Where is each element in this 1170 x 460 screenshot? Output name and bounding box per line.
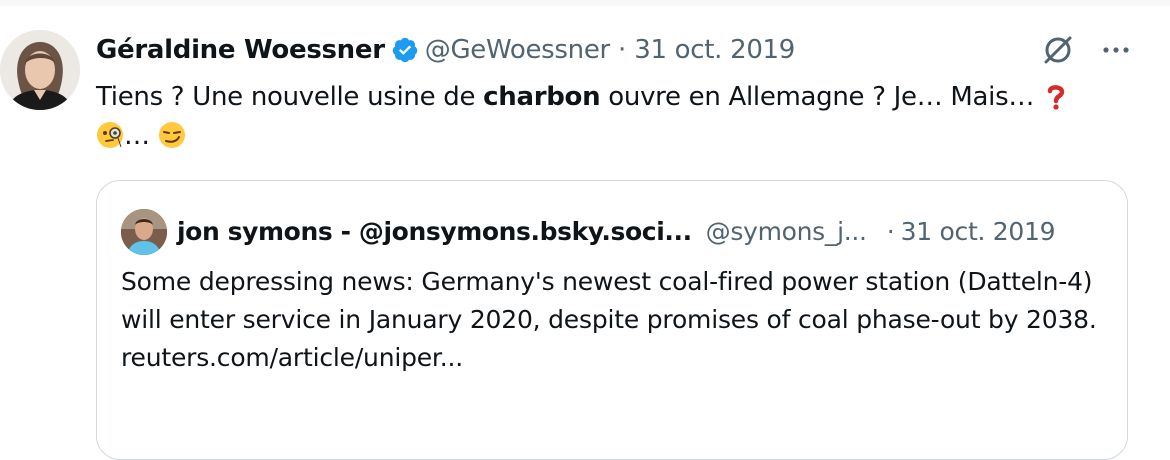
quoted-text: Some depressing news: Germany's newest c… [121, 263, 1111, 377]
quoted-author-avatar[interactable] [121, 209, 167, 255]
header-separator: · [617, 35, 627, 65]
grok-icon[interactable] [1040, 32, 1076, 68]
tweet-text: Tiens ? Une nouvelle usine de charbon ou… [96, 78, 1126, 156]
quoted-author-handle[interactable]: @symons_j... [706, 217, 867, 246]
quoted-header-separator: · [886, 216, 895, 246]
quoted-tweet[interactable]: jon symons - @jonsymons.bsky.soci... @sy… [96, 180, 1128, 460]
more-options-icon[interactable] [1098, 32, 1134, 68]
tweet-text-part-2: ouvre en Allemagne ? Je… Mais… [600, 82, 1043, 112]
tweet-header: Géraldine Woessner @GeWoessner · 31 oct.… [96, 30, 795, 70]
quoted-header: jon symons - @jonsymons.bsky.soci... @sy… [177, 211, 1107, 251]
tweet-date[interactable]: 31 oct. 2019 [634, 35, 795, 65]
quoted-author-name[interactable]: jon symons - @jonsymons.bsky.soci... [177, 217, 692, 246]
tweet-text-part-1: Tiens ? Une nouvelle usine de [96, 82, 484, 112]
red-question-mark-icon [1042, 82, 1070, 110]
author-avatar[interactable] [0, 30, 80, 110]
author-handle[interactable]: @GeWoessner [425, 35, 610, 65]
tweet-text-bold: charbon [483, 82, 601, 112]
verified-badge-icon[interactable] [391, 36, 419, 64]
tweet-text-ellipsis: … [124, 121, 158, 151]
tweet[interactable]: Géraldine Woessner @GeWoessner · 31 oct.… [0, 0, 1170, 460]
author-name[interactable]: Géraldine Woessner [96, 35, 385, 65]
face-with-monocle-icon [96, 121, 124, 149]
quoted-text-content: Some depressing news: Germany's newest c… [121, 267, 1097, 334]
smirking-face-icon [158, 121, 186, 149]
quoted-link[interactable]: reuters.com/article/uniper... [121, 339, 1111, 377]
quoted-date[interactable]: 31 oct. 2019 [901, 217, 1056, 246]
